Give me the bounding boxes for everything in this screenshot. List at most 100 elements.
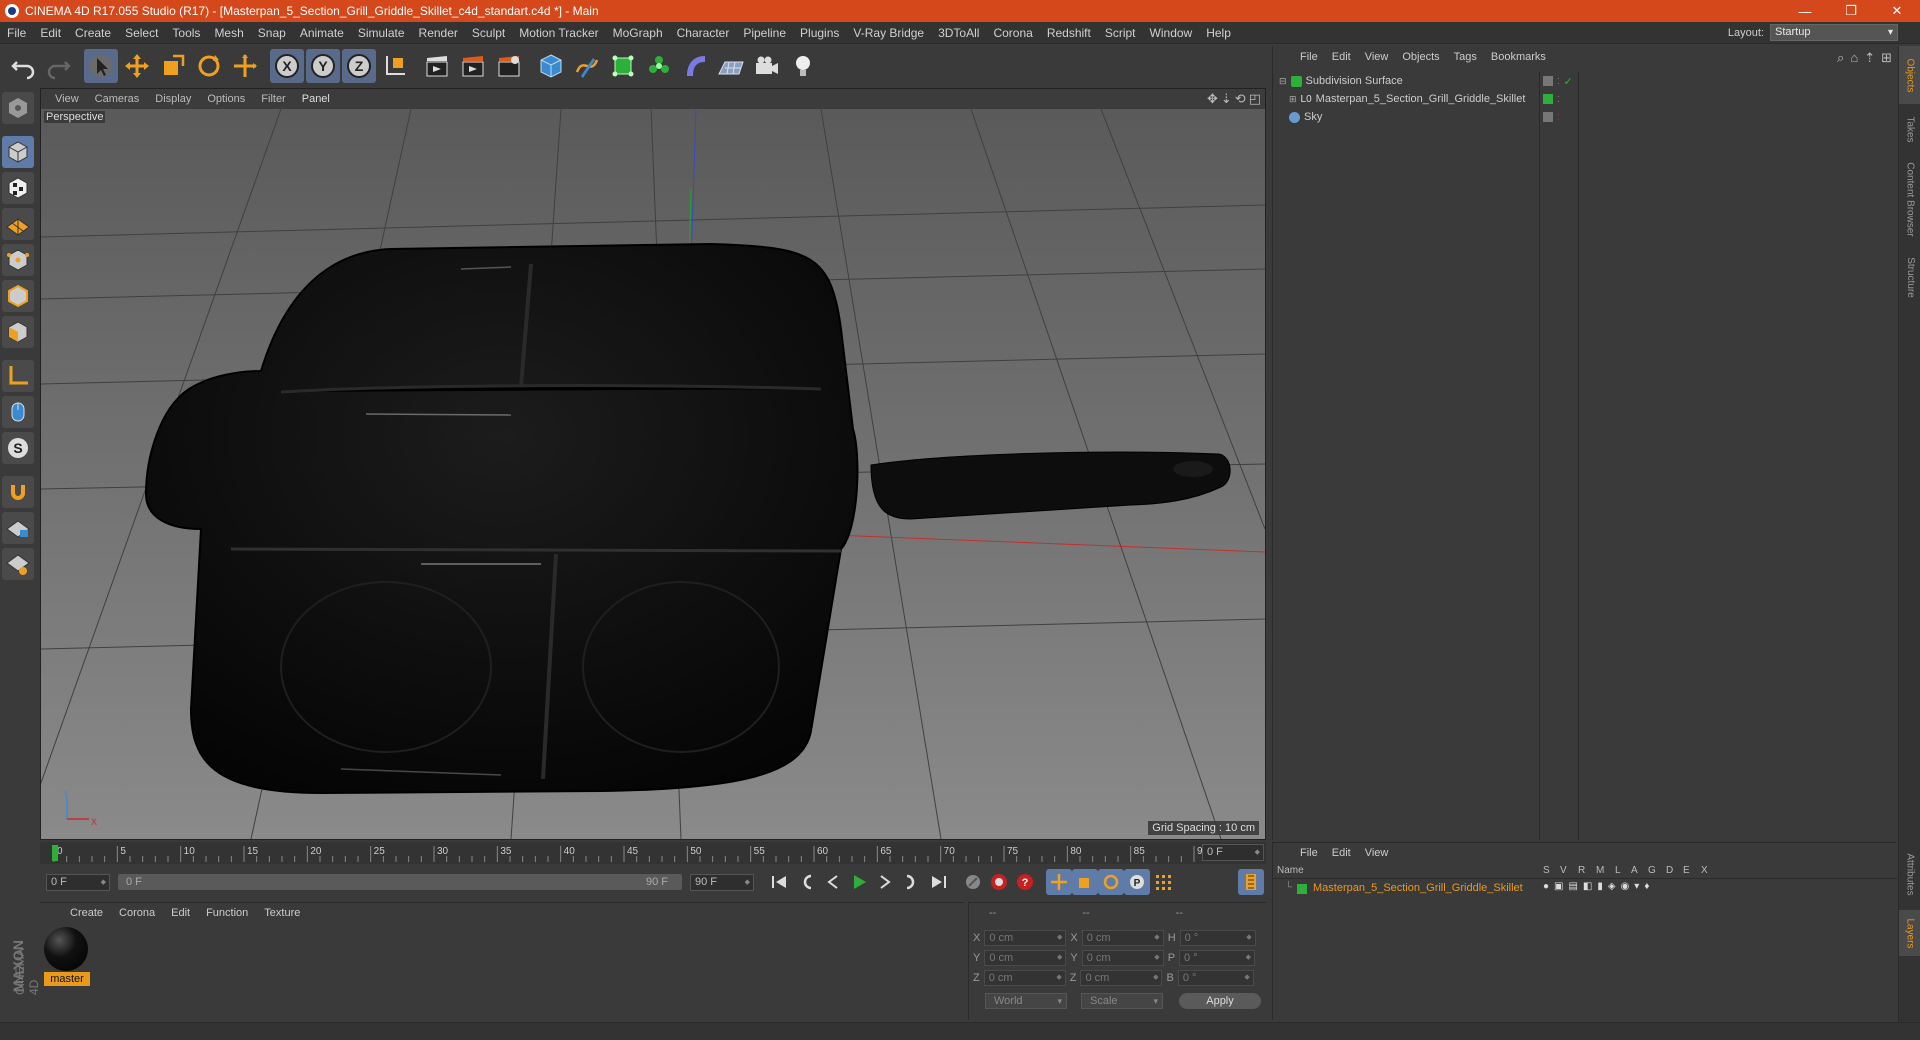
motion-record-button[interactable] <box>960 869 986 895</box>
snap-button[interactable]: S <box>2 432 34 464</box>
play-button[interactable] <box>846 869 872 895</box>
frame-range-slider[interactable]: 0 F 90 F <box>118 874 682 890</box>
polygons-mode-button[interactable] <box>2 316 34 348</box>
key-rotation-button[interactable] <box>1098 869 1124 895</box>
texture-mode-button[interactable] <box>2 172 34 204</box>
rotation-p-field[interactable]: 0 ° <box>1179 949 1256 966</box>
live-selection-button[interactable] <box>84 49 118 83</box>
coordinate-space-select[interactable]: World <box>985 993 1067 1009</box>
layer-col-manager[interactable]: M <box>1596 865 1604 876</box>
object-name[interactable]: Masterpan_5_Section_Grill_Griddle_Skille… <box>1316 93 1526 105</box>
objects-menu-edit[interactable]: Edit <box>1325 51 1358 63</box>
scale-tool-button[interactable] <box>156 49 190 83</box>
menu-script[interactable]: Script <box>1098 26 1143 40</box>
layer-col-deformers[interactable]: D <box>1666 865 1673 876</box>
objects-menu-file[interactable]: File <box>1293 51 1325 63</box>
layers-menu-view[interactable]: View <box>1358 847 1396 859</box>
home-icon[interactable]: ⌂ <box>1850 50 1858 66</box>
menu-animate[interactable]: Animate <box>293 26 351 40</box>
menu-mesh[interactable]: Mesh <box>207 26 250 40</box>
edges-mode-button[interactable] <box>2 280 34 312</box>
objects-menu-bookmarks[interactable]: Bookmarks <box>1484 51 1553 63</box>
layer-col-generators[interactable]: G <box>1648 865 1656 876</box>
close-button[interactable]: ✕ <box>1874 0 1920 22</box>
goto-start-button[interactable] <box>766 869 792 895</box>
points-mode-button[interactable] <box>2 244 34 276</box>
material-menu-corona[interactable]: Corona <box>111 907 163 919</box>
enable-axis-button[interactable] <box>2 360 34 392</box>
coordinate-system-button[interactable] <box>378 49 412 83</box>
add-camera-button[interactable] <box>750 49 784 83</box>
object-row-subdivision[interactable]: ⊟ Subdivision Surface ⁚ ✓ <box>1273 72 1897 90</box>
tweak-mode-button[interactable] <box>2 396 34 428</box>
z-axis-lock-button[interactable]: Z <box>342 49 376 83</box>
object-name[interactable]: Sky <box>1304 111 1322 123</box>
tab-content-browser[interactable]: Content Browser <box>1899 154 1920 244</box>
viewport-menu-cameras[interactable]: Cameras <box>87 93 148 105</box>
add-mograph-button[interactable] <box>642 49 676 83</box>
material-preview-ball[interactable] <box>44 927 88 971</box>
prev-keyframe-button[interactable] <box>794 869 820 895</box>
menu-mograph[interactable]: MoGraph <box>606 26 670 40</box>
dolly-view-icon[interactable]: ⇣ <box>1221 91 1232 107</box>
rotate-tool-button[interactable] <box>192 49 226 83</box>
render-settings-button[interactable] <box>492 49 526 83</box>
size-y-field[interactable]: 0 cm <box>1081 949 1164 966</box>
menu-pipeline[interactable]: Pipeline <box>736 26 793 40</box>
layer-col-expressions[interactable]: E <box>1683 865 1690 876</box>
visibility-dots-icon[interactable]: ⁚ <box>1557 113 1560 122</box>
next-frame-button[interactable] <box>872 869 898 895</box>
collapse-icon[interactable]: ⊟ <box>1279 76 1287 87</box>
objects-menu-view[interactable]: View <box>1358 51 1396 63</box>
position-y-field[interactable]: 0 cm <box>984 949 1067 966</box>
object-name[interactable]: Subdivision Surface <box>1306 75 1403 87</box>
add-floor-button[interactable] <box>714 49 748 83</box>
layer-color-icon[interactable] <box>1543 94 1553 104</box>
undo-button[interactable] <box>6 49 40 83</box>
make-editable-button[interactable] <box>2 92 34 124</box>
tab-structure[interactable]: Structure <box>1899 248 1920 306</box>
start-frame-field[interactable]: 0 F <box>46 874 110 891</box>
add-spline-button[interactable] <box>570 49 604 83</box>
redo-button[interactable] <box>42 49 76 83</box>
search-icon[interactable]: ⌕ <box>1837 50 1844 66</box>
playhead-marker[interactable] <box>52 845 58 861</box>
planar-workplane-button[interactable] <box>2 548 34 580</box>
menu-file[interactable]: File <box>0 26 33 40</box>
objects-menu-objects[interactable]: Objects <box>1395 51 1446 63</box>
new-panel-icon[interactable]: ⊞ <box>1881 50 1892 66</box>
layers-menu-edit[interactable]: Edit <box>1325 847 1358 859</box>
render-view-button[interactable] <box>420 49 454 83</box>
viewport-camera-label[interactable]: Perspective <box>44 111 106 123</box>
toggle-view-icon[interactable]: ◰ <box>1249 91 1261 107</box>
viewport-menu-display[interactable]: Display <box>147 93 199 105</box>
material-menu-create[interactable]: Create <box>62 907 111 919</box>
object-row-sky[interactable]: Sky ⁚ <box>1273 108 1897 126</box>
layer-col-view[interactable]: V <box>1560 865 1567 876</box>
menu-plugins[interactable]: Plugins <box>793 26 846 40</box>
menu-create[interactable]: Create <box>68 26 118 40</box>
visibility-dots-icon[interactable]: ⁚ <box>1557 77 1560 86</box>
viewport-canvas[interactable]: Perspective Y X Grid Spacing : 10 cm <box>41 109 1265 839</box>
add-cube-button[interactable] <box>534 49 568 83</box>
x-axis-lock-button[interactable]: X <box>270 49 304 83</box>
viewport-menu-filter[interactable]: Filter <box>253 93 293 105</box>
size-x-field[interactable]: 0 cm <box>1081 929 1164 946</box>
minimize-button[interactable]: — <box>1782 0 1828 22</box>
end-frame-field[interactable]: 90 F <box>690 874 754 891</box>
menu-render[interactable]: Render <box>412 26 465 40</box>
visibility-dots-icon[interactable]: ⁚ <box>1557 95 1560 104</box>
menu-help[interactable]: Help <box>1199 26 1238 40</box>
object-row-skillet[interactable]: ⊞ L0 Masterpan_5_Section_Grill_Griddle_S… <box>1273 90 1897 108</box>
layer-col-solo[interactable]: S <box>1543 865 1550 876</box>
pan-view-icon[interactable]: ✥ <box>1207 91 1218 107</box>
layer-swatch-icon[interactable] <box>1543 76 1553 86</box>
timeline-track[interactable]: 051015202530354045505560657075808590 <box>50 844 1202 862</box>
viewport-menu-view[interactable]: View <box>47 93 87 105</box>
menu-character[interactable]: Character <box>670 26 737 40</box>
layer-col-locked[interactable]: L <box>1615 865 1621 876</box>
material-menu-texture[interactable]: Texture <box>256 907 308 919</box>
key-scale-button[interactable] <box>1072 869 1098 895</box>
timeline-ruler[interactable]: 051015202530354045505560657075808590 0 F <box>40 842 1266 864</box>
locked-workplane-button[interactable] <box>2 512 34 544</box>
